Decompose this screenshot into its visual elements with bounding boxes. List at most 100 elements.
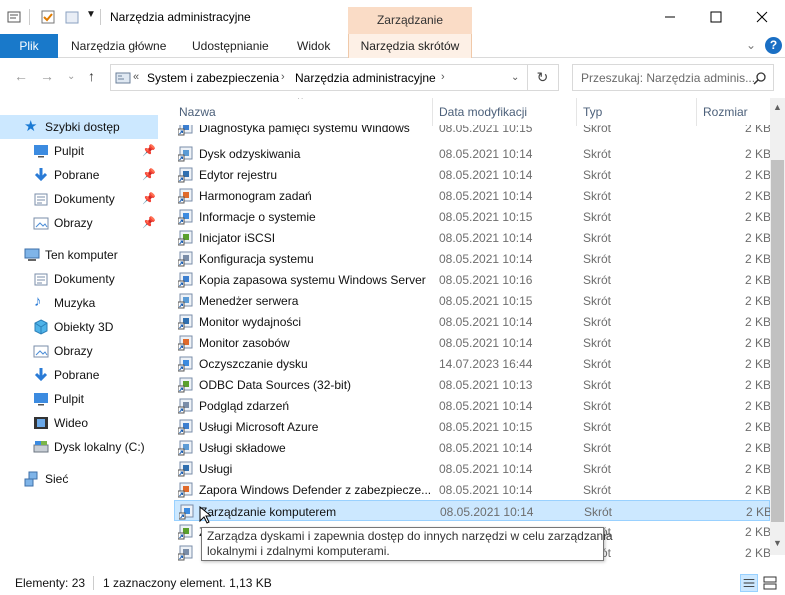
pin-icon[interactable]: 📌 [142,192,156,205]
table-row[interactable]: Zarządzanie komputerem 08.05.2021 10:14 Sk… [174,500,770,521]
column-header-date[interactable]: Data modyfikacji [439,105,527,119]
tab-shortcut-tools[interactable]: Narzędzia skrótów [348,34,472,58]
table-row[interactable]: Informacje o systemie 08.05.2021 10:15 Skr… [174,206,770,227]
ribbon-tabs: Plik Narzędzia główne Udostępnianie Wido… [0,34,785,58]
table-row[interactable]: Usługi składowe 08.05.2021 10:14 Skrót 2 KB [174,437,770,458]
table-row[interactable]: Usługi Microsoft Azure 08.05.2021 10:15 Sk… [174,416,770,437]
pin-icon[interactable]: 📌 [142,168,156,181]
refresh-button[interactable]: ↻ [527,64,559,91]
breadcrumb-system-security[interactable]: System i zabezpieczenia [147,71,279,85]
address-bar[interactable]: « System i zabezpieczenia › Narzędzia ad… [110,64,528,91]
up-icon[interactable]: ↑ [88,68,95,84]
maximize-button[interactable] [693,0,739,34]
table-row[interactable]: Oczyszczanie dysku 14.07.2023 16:44 Skrót 2… [174,353,770,374]
scroll-down-icon[interactable]: ▼ [773,538,782,548]
sidebar-item-downloads[interactable]: Pobrane 📌 [0,163,158,187]
sidebar-item-pictures[interactable]: Obrazy 📌 [0,211,158,235]
maximize-icon [710,11,722,23]
vertical-scrollbar[interactable]: ▲ ▼ [770,98,785,555]
sidebar-item-label: Pulpit [54,144,85,158]
table-row[interactable]: Zapora Windows Defender z zabezpiecze...… [174,479,770,500]
table-row[interactable]: Edytor rejestru 08.05.2021 10:14 Skrót 2 KB [174,164,770,185]
breadcrumb-admin-tools[interactable]: Narzędzia administracyjne [295,71,436,85]
expand-ribbon-icon[interactable]: ⌄ [746,38,756,52]
table-row[interactable]: Dysk odzyskiwania 08.05.2021 10:14 Skrót 2 … [174,143,770,164]
sidebar-item-documents[interactable]: Dokumenty 📌 [0,187,158,211]
sidebar-item-videos[interactable]: Wideo [0,411,158,435]
recent-locations-icon[interactable]: ⌄ [67,71,75,82]
minimize-button[interactable] [647,0,693,34]
help-icon[interactable]: ? [765,37,782,54]
sidebar-item-this-pc[interactable]: Ten komputer [0,243,158,267]
table-row[interactable]: Kopia zapasowa systemu Windows Server 08.… [174,269,770,290]
sidebar-item-pc-downloads[interactable]: Pobrane [0,363,158,387]
table-row[interactable]: Podgląd zdarzeń 08.05.2021 10:14 Skrót 2 KB [174,395,770,416]
scrollbar-thumb[interactable] [771,160,784,522]
shortcut-icon [178,314,193,330]
breadcrumb-separator-icon[interactable]: › [281,71,285,83]
folder-icon[interactable] [64,9,80,25]
table-row[interactable]: Konfiguracja systemu 08.05.2021 10:14 Skró… [174,248,770,269]
file-type: Skrót [583,357,612,371]
sidebar-item-network[interactable]: Sieć [0,467,158,491]
file-name: Monitor wydajności [199,315,302,329]
breadcrumb-overflow[interactable]: « [133,71,139,83]
close-button[interactable] [739,0,785,34]
pictures-icon [33,217,49,230]
search-input[interactable]: Przeszukaj: Narzędzia adminis... [572,64,774,91]
column-divider[interactable] [696,98,697,126]
file-size: 2 KB [745,399,770,413]
tab-home[interactable]: Narzędzia główne [71,34,166,58]
back-icon[interactable]: ← [14,68,28,84]
pin-icon[interactable]: 📌 [142,144,156,157]
check-icon[interactable] [40,9,56,25]
sidebar-item-local-disk[interactable]: Dysk lokalny (C:) [0,435,158,459]
large-icons-view-icon[interactable] [761,574,779,592]
sidebar-item-quick-access[interactable]: ★ Szybki dostęp [0,115,158,139]
sidebar-item-desktop[interactable]: Pulpit 📌 [0,139,158,163]
table-row[interactable]: ODBC Data Sources (32-bit) 08.05.2021 10:… [174,374,770,395]
sidebar-item-pc-pictures[interactable]: Obrazy [0,339,158,363]
shortcut-icon [178,377,193,393]
column-header-size[interactable]: Rozmiar [703,105,748,119]
breadcrumb-separator-icon[interactable]: › [441,71,445,83]
sidebar-item-pc-documents[interactable]: Dokumenty [0,267,158,291]
sidebar-item-pc-desktop[interactable]: Pulpit [0,387,158,411]
file-date: 14.07.2023 16:44 [439,357,533,371]
file-name: Zarządzanie komputerem [200,505,337,519]
column-divider[interactable] [432,98,433,126]
table-row[interactable]: Usługi 08.05.2021 10:14 Skrót 2 KB [174,458,770,479]
address-history-icon[interactable]: ⌄ [511,72,519,83]
table-row[interactable]: Harmonogram zadań 08.05.2021 10:14 Skrót 2 … [174,185,770,206]
tooltip-line-2: lokalnymi i zdalnymi komputerami. [207,544,390,558]
tab-file[interactable]: Plik [0,34,58,58]
file-date: 08.05.2021 10:14 [439,483,533,497]
pin-icon[interactable]: 📌 [142,216,156,229]
quick-access-dropdown-icon[interactable]: ▼ [86,9,96,20]
file-name: Monitor zasobów [199,336,290,350]
sort-ascending-icon: ^ [298,98,303,105]
table-row[interactable]: Inicjator iSCSI 08.05.2021 10:14 Skrót 2 KB [174,227,770,248]
file-date: 08.05.2021 10:14 [439,189,533,203]
minimize-icon [665,16,675,18]
sidebar-item-3d-objects[interactable]: Obiekty 3D [0,315,158,339]
properties-icon[interactable] [6,9,22,25]
column-divider[interactable] [576,98,577,126]
video-icon [34,417,48,429]
forward-icon[interactable]: → [40,68,54,84]
tab-share[interactable]: Udostępnianie [192,34,269,58]
table-row[interactable]: Monitor wydajności 08.05.2021 10:14 Skrót 2… [174,311,770,332]
scroll-up-icon[interactable]: ▲ [773,102,782,112]
control-panel-icon [115,72,131,84]
sidebar-item-music[interactable]: ♪ Muzyka [0,291,158,315]
shortcut-icon [178,209,193,225]
table-row[interactable]: Menedżer serwera 08.05.2021 10:15 Skrót 2 K… [174,290,770,311]
column-header-name[interactable]: Nazwa [179,105,216,119]
tab-view[interactable]: Widok [297,34,330,58]
status-divider [93,576,94,590]
file-type: Skrót [583,210,612,224]
shortcut-icon [178,461,193,477]
table-row[interactable]: Monitor zasobów 08.05.2021 10:14 Skrót 2 KB [174,332,770,353]
details-view-icon[interactable] [740,574,758,592]
column-header-type[interactable]: Typ [583,105,602,119]
